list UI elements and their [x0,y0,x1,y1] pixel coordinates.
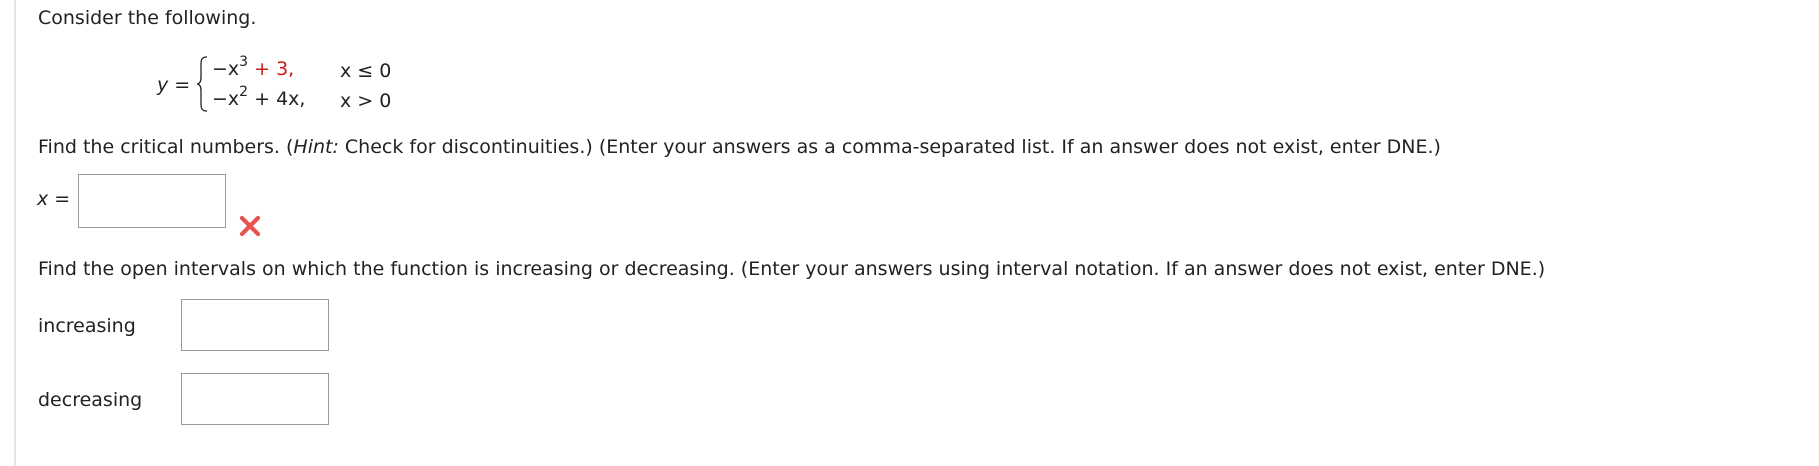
increasing-label: increasing [38,315,136,337]
increasing-input[interactable] [181,299,329,351]
left-brace-icon [196,56,208,112]
critical-numbers-input[interactable] [78,174,226,228]
intro-text: Consider the following. [38,7,257,29]
x-mark-icon [239,215,261,237]
decreasing-input[interactable] [181,373,329,425]
decreasing-label: decreasing [38,389,143,411]
critical-numbers-label: x = [37,188,71,210]
critical-numbers-question: Find the critical numbers. (Hint: Check … [38,136,1441,158]
piece-1-condition: x ≤ 0 [340,60,392,82]
intervals-question: Find the open intervals on which the fun… [38,258,1546,280]
piece-2-condition: x > 0 [340,90,392,112]
piece-1-expression: −x3 + 3, [212,53,295,80]
piece-2-expression: −x2 + 4x, [212,83,306,110]
function-lhs: y = [157,74,191,96]
hint-label: Hint: [293,136,339,158]
piece-1-highlight: + 3, [248,58,295,80]
